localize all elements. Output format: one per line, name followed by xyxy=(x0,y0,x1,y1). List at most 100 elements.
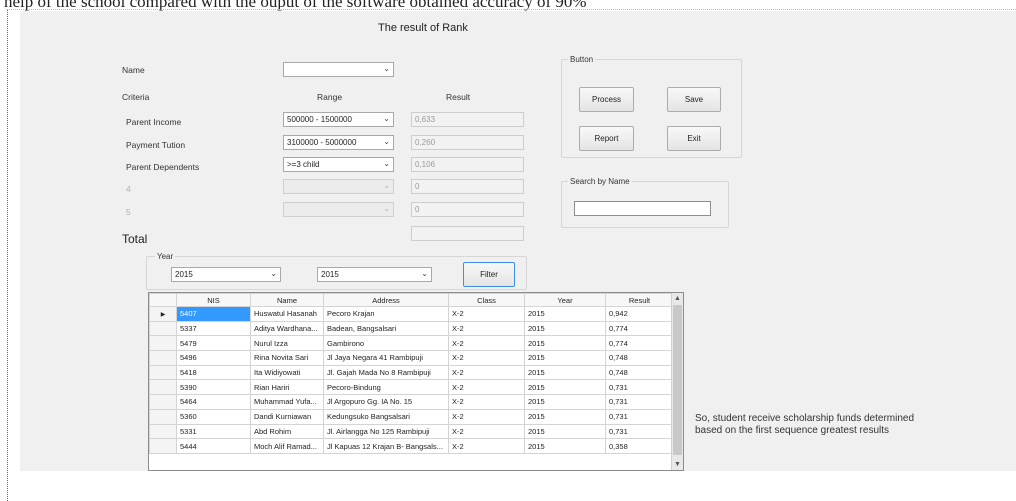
cell-class[interactable]: X-2 xyxy=(448,335,525,352)
cell-result[interactable]: 0,731 xyxy=(605,423,674,440)
cell-result[interactable]: 0,774 xyxy=(605,320,674,337)
cell-name[interactable]: Ita Widiyowati xyxy=(250,364,324,381)
cell-result[interactable]: 0,731 xyxy=(605,408,674,425)
cell-class[interactable]: X-2 xyxy=(448,394,525,410)
cell-year[interactable]: 2015 xyxy=(524,394,606,410)
chevron-down-icon[interactable]: ⌄ xyxy=(421,269,428,278)
cell-class[interactable]: X-2 xyxy=(448,438,525,454)
cell-address[interactable]: Jl. Gajah Mada No 8 Rambipuji xyxy=(323,364,449,381)
row-header[interactable] xyxy=(149,320,177,337)
range-combobox-3[interactable]: >=3 child ⌄ xyxy=(283,157,394,172)
column-header-nis[interactable]: NIS xyxy=(176,293,251,307)
table-row[interactable]: 5479 Nurul Izza Gambirono X-2 2015 0,774 xyxy=(149,335,674,352)
row-header[interactable]: ▶ xyxy=(149,306,177,322)
cell-name[interactable]: Huswatul Hasanah xyxy=(250,306,324,322)
table-row[interactable]: 5331 Abd Rohim Jl. Airlangga No 125 Rambip… xyxy=(149,423,674,440)
cell-nis[interactable]: 5390 xyxy=(176,379,251,396)
cell-nis[interactable]: 5496 xyxy=(176,350,251,366)
cell-class[interactable]: X-2 xyxy=(448,408,525,425)
row-header[interactable] xyxy=(149,394,177,410)
cell-year[interactable]: 2015 xyxy=(524,423,606,440)
year-from-combobox[interactable]: 2015 ⌄ xyxy=(171,267,281,282)
column-header-address[interactable]: Address xyxy=(323,293,449,307)
cell-nis[interactable]: 5331 xyxy=(176,423,251,440)
cell-address[interactable]: Gambirono xyxy=(323,335,449,352)
cell-address[interactable]: Jl Jaya Negara 41 Rambipuji xyxy=(323,350,449,366)
cell-name[interactable]: Aditya Wardhana... xyxy=(250,320,324,337)
cell-year[interactable]: 2015 xyxy=(524,438,606,454)
column-header-year[interactable]: Year xyxy=(524,293,606,307)
cell-result[interactable]: 0,774 xyxy=(605,335,674,352)
cell-nis[interactable]: 5479 xyxy=(176,335,251,352)
row-header[interactable] xyxy=(149,364,177,381)
cell-name[interactable]: Abd Rohim xyxy=(250,423,324,440)
cell-class[interactable]: X-2 xyxy=(448,320,525,337)
row-header[interactable] xyxy=(149,408,177,425)
exit-button[interactable]: Exit xyxy=(667,126,721,151)
cell-address[interactable]: Pecoro-Bindung xyxy=(323,379,449,396)
scroll-thumb[interactable] xyxy=(673,305,682,455)
cell-year[interactable]: 2015 xyxy=(524,350,606,366)
cell-name[interactable]: Rina Novita Sari xyxy=(250,350,324,366)
cell-address[interactable]: Jl. Airlangga No 125 Rambipuji xyxy=(323,423,449,440)
search-input[interactable] xyxy=(574,201,711,216)
chevron-down-icon[interactable]: ⌄ xyxy=(383,114,390,123)
cell-year[interactable]: 2015 xyxy=(524,364,606,381)
grid-vertical-scrollbar[interactable]: ▲ ▼ xyxy=(671,293,683,470)
report-button[interactable]: Report xyxy=(579,126,634,151)
chevron-down-icon[interactable]: ⌄ xyxy=(383,137,390,146)
cell-year[interactable]: 2015 xyxy=(524,379,606,396)
cell-nis[interactable]: 5407 xyxy=(176,306,251,322)
range-combobox-2[interactable]: 3100000 - 5000000 ⌄ xyxy=(283,135,394,150)
cell-name[interactable]: Rian Hariri xyxy=(250,379,324,396)
cell-class[interactable]: X-2 xyxy=(448,350,525,366)
cell-nis[interactable]: 5464 xyxy=(176,394,251,410)
chevron-down-icon[interactable]: ⌄ xyxy=(383,64,390,73)
column-header-class[interactable]: Class xyxy=(448,293,525,307)
cell-year[interactable]: 2015 xyxy=(524,306,606,322)
cell-result[interactable]: 0,942 xyxy=(605,306,674,322)
cell-nis[interactable]: 5337 xyxy=(176,320,251,337)
table-row[interactable]: 5496 Rina Novita Sari Jl Jaya Negara 41 Ra… xyxy=(149,350,674,366)
cell-year[interactable]: 2015 xyxy=(524,335,606,352)
cell-class[interactable]: X-2 xyxy=(448,306,525,322)
cell-year[interactable]: 2015 xyxy=(524,320,606,337)
table-row[interactable]: ▶ 5407 Huswatul Hasanah Pecoro Krajan X-2 201… xyxy=(149,306,674,322)
cell-year[interactable]: 2015 xyxy=(524,408,606,425)
table-row[interactable]: 5444 Moch Alif Ramad... Jl Kapuas 12 Kraja… xyxy=(149,438,674,454)
table-row[interactable]: 5390 Rian Hariri Pecoro-Bindung X-2 2015 0,73… xyxy=(149,379,674,396)
cell-address[interactable]: Kedungsuko Bangsalsari xyxy=(323,408,449,425)
cell-address[interactable]: Jl Argopuro Gg. IA No. 15 xyxy=(323,394,449,410)
cell-name[interactable]: Muhammad Yufa... xyxy=(250,394,324,410)
year-to-combobox[interactable]: 2015 ⌄ xyxy=(317,267,432,282)
row-header[interactable] xyxy=(149,423,177,440)
name-combobox[interactable]: ⌄ xyxy=(283,62,394,77)
table-row[interactable]: 5360 Dandi Kurniawan Kedungsuko Bangsalsar… xyxy=(149,408,674,425)
scroll-up-icon[interactable]: ▲ xyxy=(672,293,683,304)
row-header[interactable] xyxy=(149,335,177,352)
column-header-result[interactable]: Result xyxy=(605,293,674,307)
cell-class[interactable]: X-2 xyxy=(448,423,525,440)
table-row[interactable]: 5418 Ita Widiyowati Jl. Gajah Mada No 8 Ra… xyxy=(149,364,674,381)
table-row[interactable]: 5337 Aditya Wardhana... Badean, Bangsalsar… xyxy=(149,320,674,337)
range-combobox-1[interactable]: 500000 - 1500000 ⌄ xyxy=(283,112,394,127)
cell-name[interactable]: Nurul Izza xyxy=(250,335,324,352)
row-header[interactable] xyxy=(149,379,177,396)
chevron-down-icon[interactable]: ⌄ xyxy=(383,159,390,168)
cell-result[interactable]: 0,748 xyxy=(605,350,674,366)
cell-result[interactable]: 0,358 xyxy=(605,438,674,454)
scroll-down-icon[interactable]: ▼ xyxy=(672,459,683,470)
ranking-data-grid[interactable]: NIS Name Address Class Year Result ▶ 5407… xyxy=(148,292,684,471)
cell-result[interactable]: 0,748 xyxy=(605,364,674,381)
row-header[interactable] xyxy=(149,438,177,454)
row-header[interactable] xyxy=(149,350,177,366)
cell-name[interactable]: Dandi Kurniawan xyxy=(250,408,324,425)
cell-class[interactable]: X-2 xyxy=(448,364,525,381)
column-header-name[interactable]: Name xyxy=(250,293,324,307)
cell-result[interactable]: 0,731 xyxy=(605,379,674,396)
cell-nis[interactable]: 5360 xyxy=(176,408,251,425)
cell-address[interactable]: Jl Kapuas 12 Krajan B- Bangsals... xyxy=(323,438,449,454)
cell-nis[interactable]: 5444 xyxy=(176,438,251,454)
cell-name[interactable]: Moch Alif Ramad... xyxy=(250,438,324,454)
cell-address[interactable]: Badean, Bangsalsari xyxy=(323,320,449,337)
